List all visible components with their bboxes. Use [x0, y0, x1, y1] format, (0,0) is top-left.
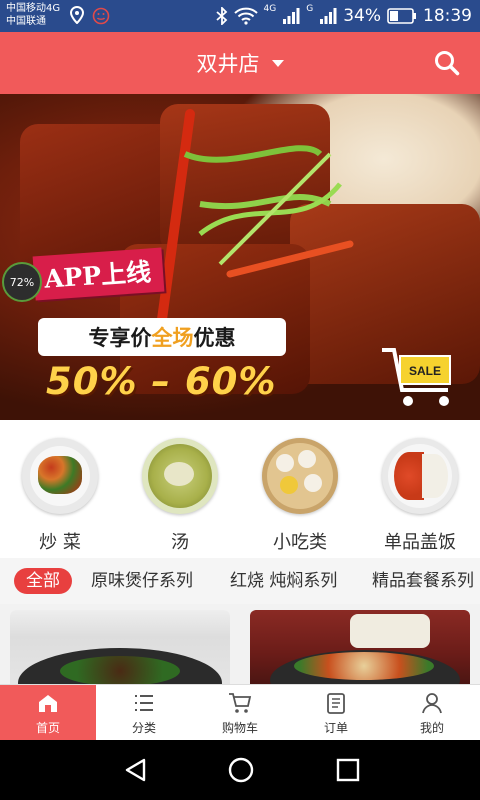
bottom-navigation: 首页 分类 购物车 订单 我的: [0, 684, 480, 741]
list-icon: [135, 695, 153, 711]
promo-banner[interactable]: APP上线 专享价 全场 优惠 50% – 60% SALE: [0, 94, 480, 420]
home-circle-icon[interactable]: [227, 756, 255, 784]
product-card[interactable]: [250, 610, 470, 684]
nav-cart[interactable]: 购物车: [192, 685, 288, 741]
nav-home[interactable]: 首页: [0, 685, 96, 741]
category-snacks[interactable]: 小吃类: [240, 420, 360, 558]
cart-icon: [229, 693, 252, 713]
tab-premium-set[interactable]: 精品套餐系列: [372, 568, 474, 594]
category-rice-bowl[interactable]: 单品盖饭: [360, 420, 480, 558]
promo-prefix: 专享价: [88, 326, 152, 350]
sale-cart-icon: SALE: [382, 348, 451, 406]
category-label: 汤: [171, 532, 189, 553]
product-card[interactable]: [10, 610, 230, 684]
snack-plate-icon: [262, 438, 338, 514]
store-name: 双井店: [196, 52, 260, 76]
promo-suffix: 优惠: [193, 326, 236, 350]
stir-fry-dish-icon: [22, 438, 98, 514]
recents-icon[interactable]: [334, 756, 362, 784]
store-selector[interactable]: 双井店: [0, 32, 480, 94]
cup-shape: [350, 614, 430, 648]
series-tabs: 全部 原味煲仔系列 红烧 炖焖系列 精品套餐系列: [0, 558, 480, 604]
claypot-food: [294, 652, 434, 680]
nav-category[interactable]: 分类: [96, 685, 192, 741]
rice-bowl-icon: [382, 438, 458, 514]
location-icon: [70, 6, 84, 24]
wifi-icon: [233, 7, 258, 25]
battery-percent: 34%: [343, 6, 381, 26]
user-icon: [422, 693, 442, 714]
nav-label: 购物车: [221, 721, 258, 735]
system-navigation-bar: [0, 740, 480, 800]
claypot-food: [60, 656, 180, 684]
promo-text: 专享价 全场 优惠: [38, 318, 286, 356]
discount-range: 50% – 60%: [46, 360, 277, 403]
search-icon[interactable]: [432, 48, 462, 78]
category-label: 小吃类: [273, 532, 327, 553]
progress-badge: 72%: [2, 262, 42, 302]
tab-all[interactable]: 全部: [14, 568, 72, 594]
soup-bowl-icon: [142, 438, 218, 514]
product-list: [0, 604, 480, 684]
tab-original-claypot[interactable]: 原味煲仔系列: [91, 568, 193, 594]
status-bar: 中国移动4G 中国联通 4G G 34% 18:39: [0, 0, 480, 32]
bluetooth-icon: [215, 7, 227, 25]
network-type-2: G: [306, 4, 314, 14]
order-icon: [327, 693, 345, 714]
battery-icon: [387, 8, 416, 24]
home-icon: [39, 695, 57, 712]
nav-label: 分类: [131, 721, 156, 735]
network-type-1: 4G: [263, 4, 277, 14]
app-online-badge: APP上线: [32, 247, 165, 301]
category-label: 单品盖饭: [384, 532, 456, 553]
app-header: 双井店: [0, 32, 480, 94]
smiley-icon: [92, 7, 110, 25]
nav-label: 首页: [35, 721, 60, 735]
category-grid: 炒 菜 汤 小吃类 单品盖饭: [0, 420, 480, 558]
clock: 18:39: [423, 6, 472, 26]
sale-label: SALE: [409, 364, 441, 378]
category-soup[interactable]: 汤: [120, 420, 240, 558]
carrier-2: 中国联通: [6, 16, 46, 27]
nav-profile[interactable]: 我的: [384, 685, 480, 741]
tab-braised-stew[interactable]: 红烧 炖焖系列: [230, 568, 337, 594]
carrier-info: 中国移动4G 中国联通: [6, 2, 60, 28]
signal-icon: [283, 8, 300, 24]
category-stir-fry[interactable]: 炒 菜: [0, 420, 120, 558]
category-label: 炒 菜: [39, 532, 81, 553]
carrier-1: 中国移动4G: [6, 3, 61, 14]
nav-label: 我的: [419, 721, 444, 735]
promo-highlight: 全场: [151, 326, 194, 350]
nav-orders[interactable]: 订单: [288, 685, 384, 741]
signal-icon-2: [320, 8, 337, 24]
nav-label: 订单: [323, 721, 348, 735]
chevron-down-icon: [271, 59, 284, 67]
back-icon[interactable]: [122, 756, 150, 784]
